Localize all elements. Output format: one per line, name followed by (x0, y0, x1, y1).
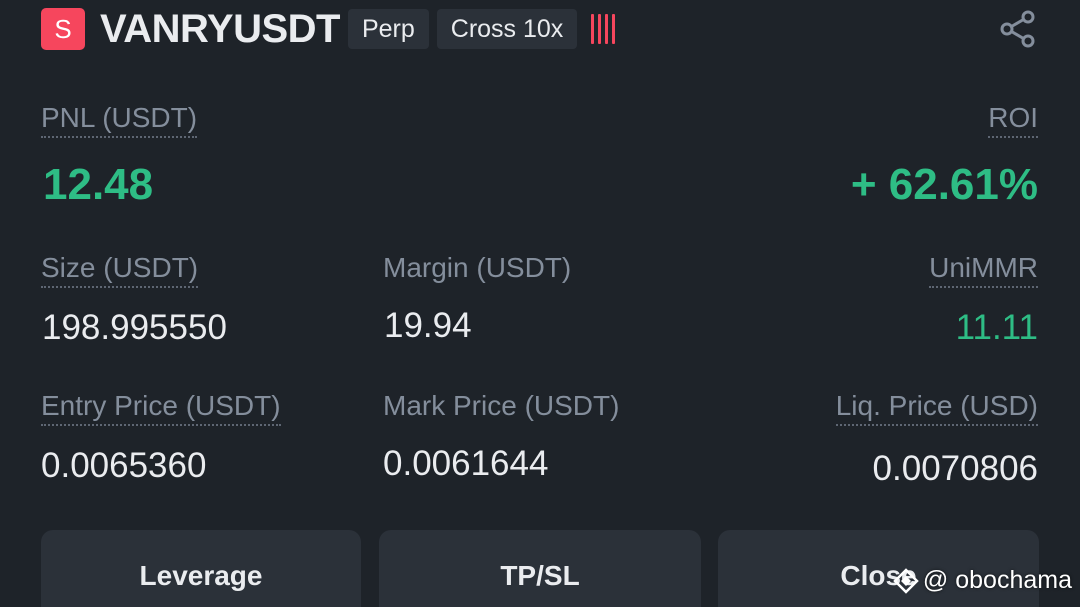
roi-value: + 62.61% (850, 160, 1038, 209)
entry-price-label[interactable]: Entry Price (USDT) (41, 390, 281, 426)
margin-label: Margin (USDT) (383, 252, 572, 283)
position-header: S VANRYUSDT Perp Cross 10x (41, 7, 1038, 51)
risk-level-icon (591, 14, 616, 44)
watermark-logo-icon (893, 567, 919, 594)
symbol-title[interactable]: VANRYUSDT (100, 7, 340, 52)
roi-label[interactable]: ROI (988, 102, 1038, 138)
size-value: 198.995550 (42, 308, 227, 347)
margin-value: 19.94 (384, 306, 472, 345)
position-card: S VANRYUSDT Perp Cross 10x PNL (USDT) 12… (0, 0, 1080, 607)
size-label[interactable]: Size (USDT) (41, 252, 199, 288)
watermark: @ obochama (893, 566, 1072, 595)
mark-price-label: Mark Price (USDT) (383, 390, 620, 421)
share-icon[interactable] (998, 9, 1038, 49)
entry-price-value: 0.0065360 (41, 446, 207, 485)
liq-price-label[interactable]: Liq. Price (USD) (835, 390, 1038, 426)
tpsl-button[interactable]: TP/SL (379, 530, 701, 607)
pnl-label[interactable]: PNL (USDT) (41, 102, 198, 138)
leverage-button[interactable]: Leverage (41, 530, 361, 607)
unimmr-value: 11.11 (955, 308, 1038, 347)
unimmr-label[interactable]: UniMMR (929, 252, 1038, 288)
mark-price-value: 0.0061644 (383, 444, 549, 483)
contract-type-tag: Perp (347, 9, 429, 49)
pnl-value: 12.48 (43, 160, 154, 209)
margin-mode-tag[interactable]: Cross 10x (436, 9, 578, 49)
short-side-badge: S (41, 8, 85, 50)
watermark-text: @ obochama (922, 566, 1072, 594)
liq-price-value: 0.0070806 (872, 449, 1038, 488)
